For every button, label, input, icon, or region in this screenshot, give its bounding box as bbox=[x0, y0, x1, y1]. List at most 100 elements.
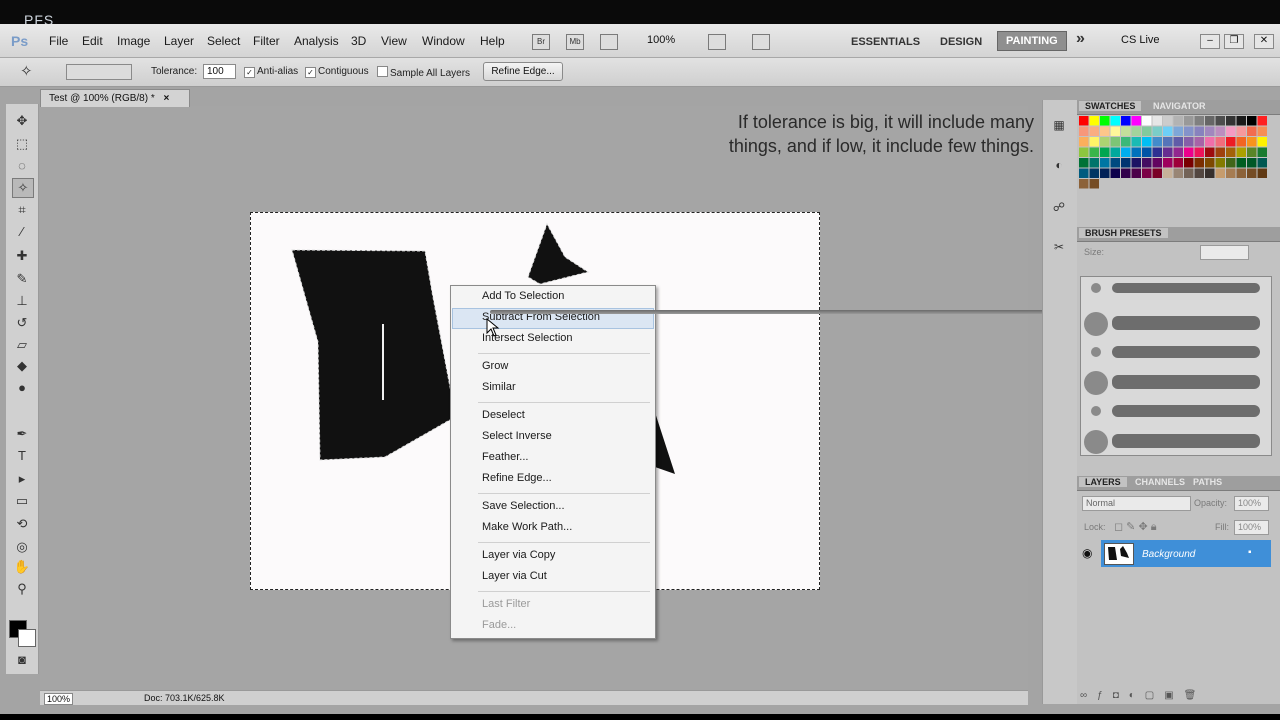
swatch-color[interactable] bbox=[1236, 168, 1247, 179]
menu-add-to-selection[interactable]: Add To Selection bbox=[482, 290, 564, 302]
swatch-color[interactable] bbox=[1236, 116, 1247, 126]
lasso-tool-icon[interactable]: ◌ bbox=[12, 157, 32, 175]
swatch-color[interactable] bbox=[1163, 158, 1173, 168]
paint-bucket-tool-icon[interactable]: ◆ bbox=[12, 357, 32, 375]
swatch-color[interactable] bbox=[1100, 137, 1110, 147]
swatch-color[interactable] bbox=[1110, 147, 1121, 158]
swatch-color[interactable] bbox=[1215, 116, 1226, 126]
swatch-color[interactable] bbox=[1163, 126, 1173, 137]
swatch-color[interactable] bbox=[1194, 147, 1205, 158]
swatch-color[interactable] bbox=[1173, 158, 1184, 168]
zoom-level-select[interactable]: 100% bbox=[647, 34, 675, 46]
swatch-color[interactable] bbox=[1173, 126, 1184, 137]
swatch-color[interactable] bbox=[1089, 179, 1100, 189]
hand-tool-icon[interactable]: ✋ bbox=[12, 558, 32, 576]
layer-name[interactable]: Background bbox=[1142, 549, 1195, 560]
brush-tip[interactable] bbox=[1084, 371, 1108, 395]
swatch-color[interactable] bbox=[1100, 116, 1110, 126]
swatch-color[interactable] bbox=[1215, 168, 1226, 179]
menu-refine-edge[interactable]: Refine Edge... bbox=[482, 472, 552, 484]
close-icon[interactable]: ✕ bbox=[1254, 34, 1274, 49]
swatches-grid[interactable] bbox=[1079, 116, 1272, 206]
swatch-color[interactable] bbox=[1110, 158, 1121, 168]
swatch-color[interactable] bbox=[1205, 147, 1215, 158]
swatch-color[interactable] bbox=[1131, 158, 1142, 168]
arrange-documents-icon[interactable] bbox=[708, 34, 726, 50]
swatch-color[interactable] bbox=[1089, 126, 1100, 137]
eyedropper-tool-icon[interactable]: ⁄ bbox=[12, 223, 32, 241]
swatch-color[interactable] bbox=[1079, 147, 1089, 158]
swatch-color[interactable] bbox=[1236, 126, 1247, 137]
status-zoom-field[interactable]: 100% bbox=[44, 693, 74, 705]
brush-stroke-preview[interactable] bbox=[1112, 283, 1260, 293]
menu-analysis[interactable]: Analysis bbox=[294, 34, 339, 48]
swatch-color[interactable] bbox=[1184, 116, 1194, 126]
swatch-color[interactable] bbox=[1226, 168, 1236, 179]
swatch-color[interactable] bbox=[1121, 168, 1131, 179]
swatch-color[interactable] bbox=[1226, 158, 1236, 168]
swatch-color[interactable] bbox=[1215, 158, 1226, 168]
restore-icon[interactable]: ❐ bbox=[1224, 34, 1244, 49]
swatch-color[interactable] bbox=[1215, 137, 1226, 147]
3d-rotate-tool-icon[interactable]: ⟲ bbox=[12, 515, 32, 533]
swatch-color[interactable] bbox=[1152, 168, 1163, 179]
sample-all-layers-checkbox[interactable]: Sample All Layers bbox=[377, 66, 470, 79]
swatch-color[interactable] bbox=[1205, 158, 1215, 168]
swatch-color[interactable] bbox=[1257, 147, 1268, 158]
swatch-color[interactable] bbox=[1226, 147, 1236, 158]
swatch-color[interactable] bbox=[1100, 147, 1110, 158]
swatch-color[interactable] bbox=[1173, 137, 1184, 147]
color-panel-icon[interactable]: ◐ bbox=[1047, 154, 1071, 176]
background-color-swatch[interactable] bbox=[18, 629, 36, 647]
swatch-color[interactable] bbox=[1131, 168, 1142, 179]
swatch-color[interactable] bbox=[1163, 168, 1173, 179]
brush-tip[interactable] bbox=[1091, 347, 1101, 357]
menu-grow[interactable]: Grow bbox=[482, 360, 508, 372]
swatch-color[interactable] bbox=[1257, 116, 1268, 126]
brush-tip[interactable] bbox=[1084, 312, 1108, 336]
bridge-icon[interactable]: Br bbox=[532, 34, 550, 50]
swatch-color[interactable] bbox=[1089, 116, 1100, 126]
swatch-color[interactable] bbox=[1110, 116, 1121, 126]
swatch-color[interactable] bbox=[1142, 147, 1152, 158]
refine-edge-button[interactable]: Refine Edge... bbox=[483, 62, 563, 81]
selection-mode-buttons[interactable] bbox=[66, 64, 132, 80]
workspace-painting[interactable]: PAINTING bbox=[997, 31, 1067, 51]
swatch-color[interactable] bbox=[1184, 126, 1194, 137]
swatch-color[interactable] bbox=[1152, 147, 1163, 158]
swatch-color[interactable] bbox=[1089, 168, 1100, 179]
swatch-color[interactable] bbox=[1194, 126, 1205, 137]
blur-tool-icon[interactable]: ● bbox=[12, 379, 32, 397]
tools-panel-icon[interactable]: ✂ bbox=[1047, 236, 1071, 258]
move-tool-icon[interactable]: ✥ bbox=[12, 112, 32, 130]
swatch-color[interactable] bbox=[1226, 137, 1236, 147]
menu-make-work-path[interactable]: Make Work Path... bbox=[482, 521, 572, 533]
swatch-color[interactable] bbox=[1257, 168, 1268, 179]
swatch-color[interactable] bbox=[1236, 137, 1247, 147]
menu-similar[interactable]: Similar bbox=[482, 381, 516, 393]
swatch-color[interactable] bbox=[1131, 137, 1142, 147]
swatch-color[interactable] bbox=[1089, 137, 1100, 147]
brush-stroke-preview[interactable] bbox=[1112, 434, 1260, 448]
swatch-color[interactable] bbox=[1247, 116, 1257, 126]
swatch-color[interactable] bbox=[1121, 126, 1131, 137]
swatch-color[interactable] bbox=[1194, 116, 1205, 126]
swatch-color[interactable] bbox=[1184, 168, 1194, 179]
lock-icons[interactable]: ◻ ✎ ✥ 🔒︎ bbox=[1114, 520, 1157, 534]
swatch-color[interactable] bbox=[1205, 168, 1215, 179]
menu-view[interactable]: View bbox=[381, 34, 407, 48]
swatch-color[interactable] bbox=[1257, 158, 1268, 168]
swatch-color[interactable] bbox=[1142, 116, 1152, 126]
brush-stroke-preview[interactable] bbox=[1112, 316, 1260, 330]
swatch-color[interactable] bbox=[1152, 137, 1163, 147]
menu-window[interactable]: Window bbox=[422, 34, 465, 48]
swatch-color[interactable] bbox=[1247, 137, 1257, 147]
menu-feather[interactable]: Feather... bbox=[482, 451, 528, 463]
brush-stroke-preview[interactable] bbox=[1112, 405, 1260, 417]
adjustments-panel-icon[interactable]: ☍ bbox=[1047, 196, 1071, 218]
minimize-icon[interactable]: – bbox=[1200, 34, 1220, 49]
menu-help[interactable]: Help bbox=[480, 34, 505, 48]
menu-filter[interactable]: Filter bbox=[253, 34, 280, 48]
swatch-color[interactable] bbox=[1247, 126, 1257, 137]
swatch-color[interactable] bbox=[1079, 116, 1089, 126]
